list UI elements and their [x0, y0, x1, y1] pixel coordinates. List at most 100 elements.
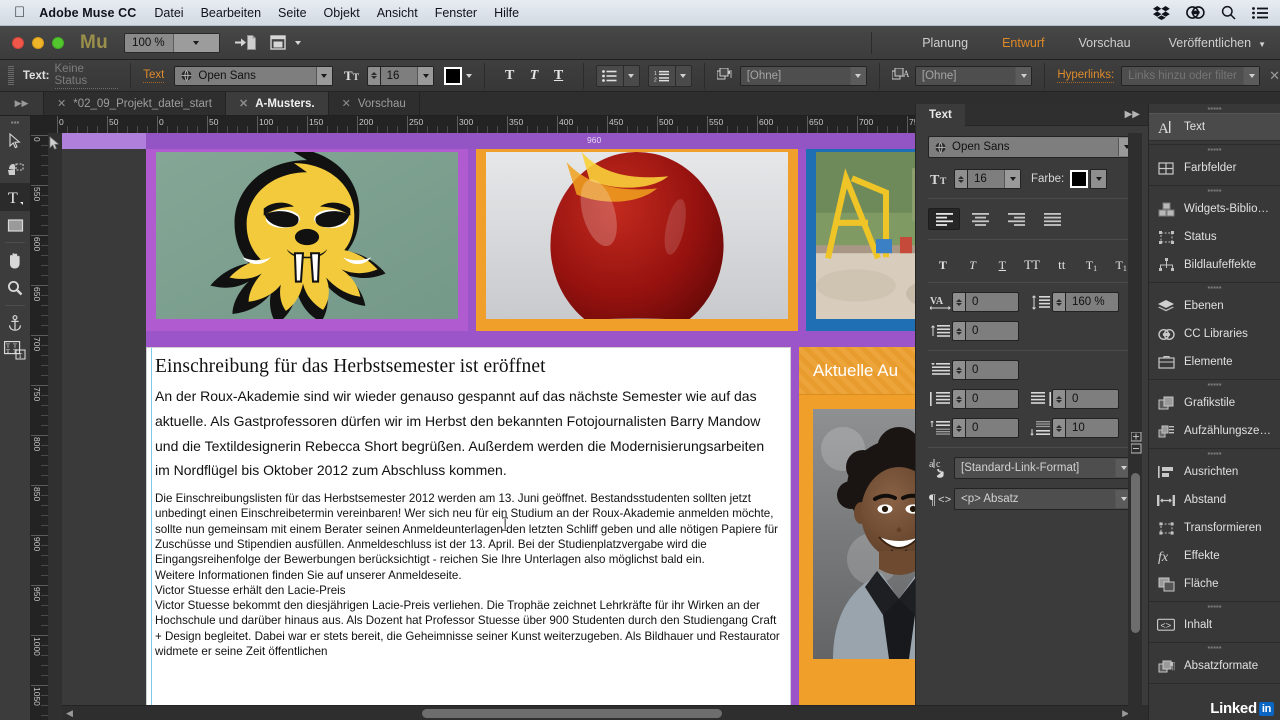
bulleted-list-icon[interactable] — [597, 66, 623, 86]
playground-card[interactable] — [806, 149, 915, 331]
menu-bearbeiten[interactable]: Bearbeiten — [201, 6, 261, 20]
design-canvas[interactable]: 960 Einschreibung für das Herbstsemester… — [62, 133, 915, 720]
dock-group-grip[interactable]: ▪▪▪▪▪ — [1149, 283, 1280, 292]
font-size-field[interactable]: 16 — [379, 65, 435, 86]
workspace-tab-vorschau[interactable]: Vorschau — [1078, 36, 1130, 50]
scroll-left-arrow-icon[interactable]: ◀ — [66, 708, 73, 719]
tracking-stepper[interactable] — [952, 292, 965, 312]
preview-device-icon[interactable] — [269, 34, 301, 51]
status-value[interactable]: Keine Status — [54, 63, 119, 89]
article-headline[interactable]: Einschreibung für das Herbstsemester ist… — [147, 348, 790, 378]
horizontal-ruler[interactable]: 0 50 0 50 100 150 200 250 300 350 400 450 500 550 600 6… — [31, 116, 915, 133]
panel-font-size-field[interactable]: 16 — [967, 169, 1021, 189]
indent-first-stepper[interactable] — [952, 360, 965, 380]
underline-button[interactable]: T — [546, 65, 570, 87]
horizontal-scrollbar[interactable]: ◀ ▶ — [62, 705, 1133, 720]
font-family-select[interactable]: Open Sans — [174, 65, 333, 86]
minimize-button[interactable] — [32, 36, 44, 49]
article-body-3[interactable]: Victor Stuesse erhält den Lacie-Preis — [147, 583, 790, 598]
dock-group-grip[interactable]: ▪▪▪▪▪ — [1149, 104, 1280, 113]
dock-item-abstand[interactable]: Abstand — [1149, 486, 1280, 514]
text-tool[interactable]: T — [0, 183, 30, 211]
dock-group-grip[interactable]: ▪▪▪▪▪ — [1149, 380, 1280, 389]
dock-item-inhalt[interactable]: <> Inhalt — [1149, 611, 1280, 639]
red-apple-image[interactable] — [486, 152, 788, 319]
bulleted-list-control[interactable] — [595, 64, 640, 87]
chevron-down-icon[interactable] — [1004, 170, 1020, 188]
horizontal-scroll-thumb[interactable] — [422, 709, 722, 718]
doc-tab-projekt-datei-start[interactable]: ✕ *02_09_Projekt_datei_start — [44, 92, 226, 115]
indent-right-field[interactable]: 0 — [1065, 389, 1119, 409]
tiles-tool[interactable]: T T T T T — [0, 337, 30, 365]
tools-panel-grip[interactable]: ▪▪▪ — [0, 118, 30, 127]
chevron-down-icon[interactable] — [1243, 66, 1260, 85]
dock-item-cc-libraries[interactable]: CC Libraries — [1149, 320, 1280, 348]
dropbox-icon[interactable] — [1153, 5, 1170, 20]
all-caps-icon[interactable]: TT — [1017, 249, 1047, 273]
menu-fenster[interactable]: Fenster — [435, 6, 477, 20]
dock-item-effekte[interactable]: fx Effekte — [1149, 542, 1280, 570]
dock-item-text[interactable]: A Text — [1149, 113, 1280, 141]
align-justify-icon[interactable] — [1036, 208, 1068, 230]
dock-group-grip[interactable]: ▪▪▪▪▪ — [1149, 449, 1280, 458]
menu-seite[interactable]: Seite — [278, 6, 307, 20]
chevron-down-icon[interactable] — [849, 66, 866, 85]
indent-first-field[interactable]: 0 — [965, 360, 1019, 380]
baseline-field[interactable]: 0 — [965, 321, 1019, 341]
bold-icon[interactable]: T — [928, 249, 958, 273]
space-before-stepper[interactable] — [952, 418, 965, 438]
dock-item-fl-che[interactable]: Fläche — [1149, 570, 1280, 598]
chevron-down-icon[interactable] — [172, 33, 219, 52]
close-icon[interactable]: ✕ — [239, 97, 248, 110]
portrait-photo[interactable] — [813, 409, 915, 659]
crop-tool[interactable] — [0, 155, 30, 183]
text-color-picker[interactable] — [444, 66, 473, 85]
chevron-down-icon[interactable] — [417, 66, 434, 85]
zoom-tool[interactable] — [0, 274, 30, 302]
paragraph-style-select[interactable]: [Ohne] — [739, 65, 867, 86]
leading-stepper[interactable] — [1052, 292, 1065, 312]
selection-tool[interactable] — [0, 127, 30, 155]
italic-icon[interactable]: T — [958, 249, 988, 273]
vertical-scrollbar[interactable] — [1128, 133, 1142, 705]
close-icon[interactable]: ✕ — [1269, 68, 1280, 84]
anchor-tool[interactable] — [0, 309, 30, 337]
tracking-field[interactable]: 0 — [965, 292, 1019, 312]
menu-objekt[interactable]: Objekt — [324, 6, 360, 20]
doc-tab-vorschau[interactable]: ✕ Vorschau — [329, 92, 420, 115]
panel-expand-icon[interactable]: ▶▶ — [0, 92, 44, 115]
dock-item-aufz-hlungsze[interactable]: Aufzählungsze… — [1149, 417, 1280, 445]
baseline-stepper[interactable] — [952, 321, 965, 341]
dock-item-transformieren[interactable]: Transformieren — [1149, 514, 1280, 542]
link-style-select[interactable]: [Standard-Link-Format] — [954, 457, 1132, 479]
space-before-field[interactable]: 0 — [965, 418, 1019, 438]
chevron-down-icon[interactable] — [674, 65, 691, 86]
align-center-icon[interactable] — [964, 208, 996, 230]
article-body-4[interactable]: Victor Stuesse bekommt den diesjährigen … — [147, 598, 790, 659]
color-swatch[interactable] — [444, 66, 463, 85]
text-panel-tab[interactable]: Text — [916, 103, 965, 126]
dock-item-absatzformate[interactable]: ¶ Absatzformate — [1149, 652, 1280, 680]
align-right-icon[interactable] — [1000, 208, 1032, 230]
close-icon[interactable]: ✕ — [342, 97, 351, 110]
chevron-down-icon[interactable] — [622, 65, 639, 86]
apple-icon[interactable]:  — [14, 5, 25, 20]
red-apple-card[interactable] — [476, 149, 798, 331]
panel-collapse-icon[interactable]: ▶▶ — [1125, 109, 1148, 120]
chevron-down-icon[interactable] — [315, 66, 332, 85]
dock-item-grafikstile[interactable]: Grafikstile — [1149, 389, 1280, 417]
chevron-down-icon[interactable] — [1090, 169, 1108, 189]
dock-group-grip[interactable]: ▪▪▪▪▪ — [1149, 602, 1280, 611]
space-after-stepper[interactable] — [1052, 418, 1065, 438]
search-icon[interactable] — [1221, 5, 1236, 20]
article-body-2[interactable]: Weitere Informationen finden Sie auf uns… — [147, 568, 790, 583]
dock-item-farbfelder[interactable]: Farbfelder — [1149, 154, 1280, 182]
close-icon[interactable]: ✕ — [57, 97, 66, 110]
menu-datei[interactable]: Datei — [154, 6, 183, 20]
hyperlinks-text-input[interactable] — [1122, 69, 1241, 82]
close-button[interactable] — [12, 36, 24, 49]
maximize-button[interactable] — [52, 36, 64, 49]
dock-item-widgets-biblio[interactable]: Widgets-Biblio… — [1149, 195, 1280, 223]
panel-font-family-select[interactable]: Open Sans — [928, 136, 1135, 158]
article-text-frame[interactable]: Einschreibung für das Herbstsemester ist… — [146, 347, 791, 720]
